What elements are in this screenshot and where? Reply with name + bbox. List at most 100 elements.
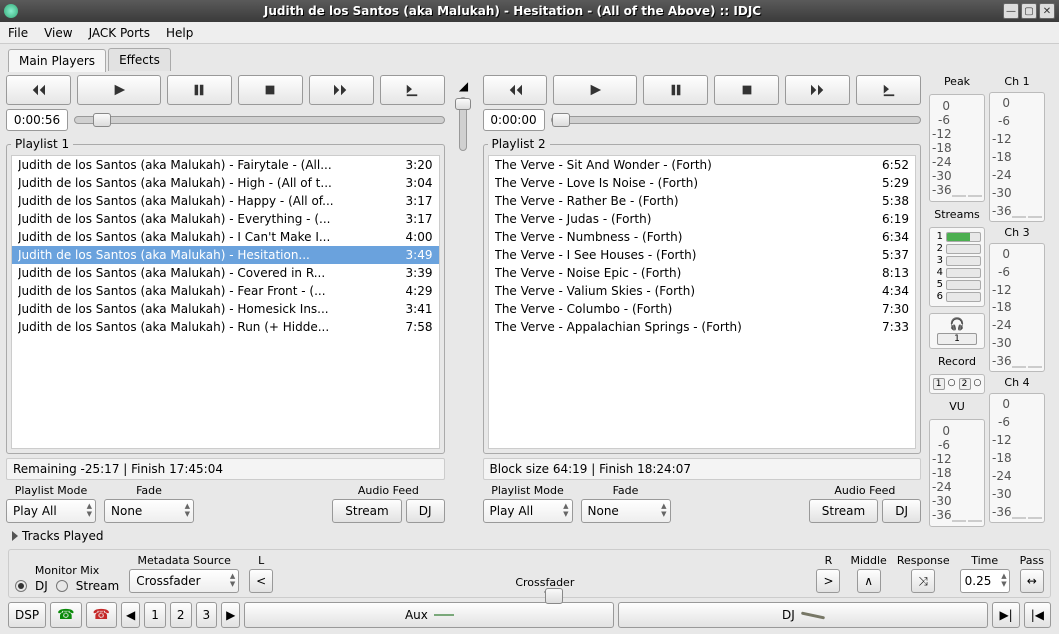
monitor-dj-radio[interactable] (15, 580, 27, 592)
pause-button[interactable] (167, 75, 232, 105)
record-circle-icon: ○ (948, 378, 956, 390)
phone-red-button[interactable]: ☎ (86, 602, 117, 628)
playlist-row[interactable]: The Verve - I See Houses - (Forth)5:37 (489, 246, 916, 264)
dj-button[interactable]: DJ (618, 602, 988, 628)
maximize-button[interactable]: ▢ (1021, 3, 1037, 19)
phone-icon: ☎ (57, 607, 74, 623)
headphone-value[interactable]: 1 (937, 333, 977, 345)
seek-slider-2[interactable] (551, 116, 922, 124)
mic-1-button[interactable]: 1 (144, 602, 166, 628)
crossfader-r-label: R (825, 554, 833, 567)
playlist-row[interactable]: Judith de los Santos (aka Malukah) - Fai… (12, 156, 439, 174)
menu-help[interactable]: Help (166, 26, 193, 40)
monitor-row: Monitor Mix DJ Stream Metadata Source Cr… (8, 549, 1051, 598)
prev-button-2[interactable] (483, 75, 548, 105)
playlist-row[interactable]: The Verve - Love Is Noise - (Forth)5:29 (489, 174, 916, 192)
stream-toggle-1[interactable]: Stream (332, 499, 401, 523)
playlist-row[interactable]: Judith de los Santos (aka Malukah) - Fea… (12, 282, 439, 300)
divider-volume-slider[interactable] (459, 97, 467, 151)
metadata-source-select[interactable]: Crossfader▲▼ (129, 569, 239, 593)
stop-button-2[interactable] (714, 75, 779, 105)
playlist-row[interactable]: Judith de los Santos (aka Malukah) - Cov… (12, 264, 439, 282)
minimize-button[interactable]: — (1003, 3, 1019, 19)
dsp-button[interactable]: DSP (8, 602, 46, 628)
playlist-row[interactable]: Judith de los Santos (aka Malukah) - Hom… (12, 300, 439, 318)
fade-select-1[interactable]: None▲▼ (104, 499, 194, 523)
playlist-mode-label: Playlist Mode (15, 484, 88, 497)
monitor-stream-radio[interactable] (56, 580, 68, 592)
playlist-row[interactable]: The Verve - Sit And Wonder - (Forth)6:52 (489, 156, 916, 174)
mic-next-button[interactable]: ▶ (221, 602, 240, 628)
stop-to-end-button-2[interactable] (856, 75, 921, 105)
fade-select-2[interactable]: None▲▼ (581, 499, 671, 523)
status-1: Remaining -25:17 | Finish 17:45:04 (6, 458, 445, 480)
menu-file[interactable]: File (8, 26, 28, 40)
playlist-1[interactable]: Judith de los Santos (aka Malukah) - Fai… (11, 155, 440, 449)
play-button-2[interactable] (553, 75, 637, 105)
next-button[interactable] (309, 75, 374, 105)
pause-button-2[interactable] (643, 75, 708, 105)
playlist-row[interactable]: The Verve - Judas - (Forth)6:19 (489, 210, 916, 228)
headphone-icon: 🎧 (950, 317, 965, 331)
prev-button[interactable] (6, 75, 71, 105)
skip-end-button[interactable]: ▶| (992, 602, 1019, 628)
stop-button[interactable] (238, 75, 303, 105)
mic-3-button[interactable]: 3 (196, 602, 218, 628)
menu-jack-ports[interactable]: JACK Ports (89, 26, 150, 40)
seek-slider-1[interactable] (74, 116, 445, 124)
playlist-row[interactable]: The Verve - Numbness - (Forth)6:34 (489, 228, 916, 246)
tab-effects[interactable]: Effects (108, 48, 171, 71)
ch3-label: Ch 3 (989, 226, 1045, 239)
transport-2 (483, 75, 922, 105)
playlist-row[interactable]: Judith de los Santos (aka Malukah) - Hap… (12, 192, 439, 210)
playlist-row[interactable]: The Verve - Appalachian Springs - (Forth… (489, 318, 916, 336)
metadata-source-label: Metadata Source (138, 554, 231, 567)
time-stepper[interactable]: 0.25▲▼ (960, 569, 1010, 593)
jack-icon (434, 614, 454, 616)
record-2[interactable]: 2 (959, 378, 971, 390)
app-icon (4, 4, 18, 18)
aux-button[interactable]: Aux (244, 602, 614, 628)
playlist-row[interactable]: Judith de los Santos (aka Malukah) - I C… (12, 228, 439, 246)
tab-main-players[interactable]: Main Players (8, 49, 106, 72)
playlist-row[interactable]: Judith de los Santos (aka Malukah) - Hes… (12, 246, 439, 264)
playlist-mode-select-2[interactable]: Play All▲▼ (483, 499, 573, 523)
crossfader-label: Crossfader (515, 576, 574, 589)
next-button-2[interactable] (785, 75, 850, 105)
stop-to-end-button[interactable] (380, 75, 445, 105)
playlist-row[interactable]: The Verve - Rather Be - (Forth)5:38 (489, 192, 916, 210)
playlist-2[interactable]: The Verve - Sit And Wonder - (Forth)6:52… (488, 155, 917, 449)
middle-button[interactable]: ∧ (857, 569, 881, 593)
playlist-2-legend: Playlist 2 (488, 137, 550, 151)
mic-2-button[interactable]: 2 (170, 602, 192, 628)
ch4-meter: 0-6-12-18-24-30-36 (989, 393, 1045, 523)
stream-toggle-2[interactable]: Stream (809, 499, 878, 523)
playlist-row[interactable]: Judith de los Santos (aka Malukah) - Eve… (12, 210, 439, 228)
crossfader-slider[interactable] (544, 591, 546, 593)
tracks-played-expander[interactable]: Tracks Played (8, 527, 1051, 545)
ch3-meter: 0-6-12-18-24-30-36 (989, 243, 1045, 373)
playlist-row[interactable]: The Verve - Columbo - (Forth)7:30 (489, 300, 916, 318)
playlist-mode-select-1[interactable]: Play All▲▼ (6, 499, 96, 523)
play-button[interactable] (77, 75, 161, 105)
crossfader-right-button[interactable]: > (816, 569, 840, 593)
phone-green-button[interactable]: ☎ (50, 602, 81, 628)
record-1[interactable]: 1 (933, 378, 945, 390)
playlist-row[interactable]: The Verve - Valium Skies - (Forth)4:34 (489, 282, 916, 300)
menu-view[interactable]: View (44, 26, 72, 40)
menubar: File View JACK Ports Help (0, 22, 1059, 44)
fade-label: Fade (136, 484, 162, 497)
dj-toggle-1[interactable]: DJ (406, 499, 445, 523)
mic-prev-button[interactable]: ◀ (121, 602, 140, 628)
crossfader-left-button[interactable]: < (249, 569, 273, 593)
close-button[interactable]: ✕ (1039, 3, 1055, 19)
playlist-row[interactable]: Judith de los Santos (aka Malukah) - Hig… (12, 174, 439, 192)
playlist-row[interactable]: Judith de los Santos (aka Malukah) - Run… (12, 318, 439, 336)
status-2: Block size 64:19 | Finish 18:24:07 (483, 458, 922, 480)
skip-start-button[interactable]: |◀ (1024, 602, 1051, 628)
pass-button[interactable]: ↔ (1020, 569, 1044, 593)
response-button[interactable]: ⤨ (911, 569, 935, 593)
dj-toggle-2[interactable]: DJ (882, 499, 921, 523)
playlist-row[interactable]: The Verve - Noise Epic - (Forth)8:13 (489, 264, 916, 282)
window-title: Judith de los Santos (aka Malukah) - Hes… (24, 4, 1001, 18)
